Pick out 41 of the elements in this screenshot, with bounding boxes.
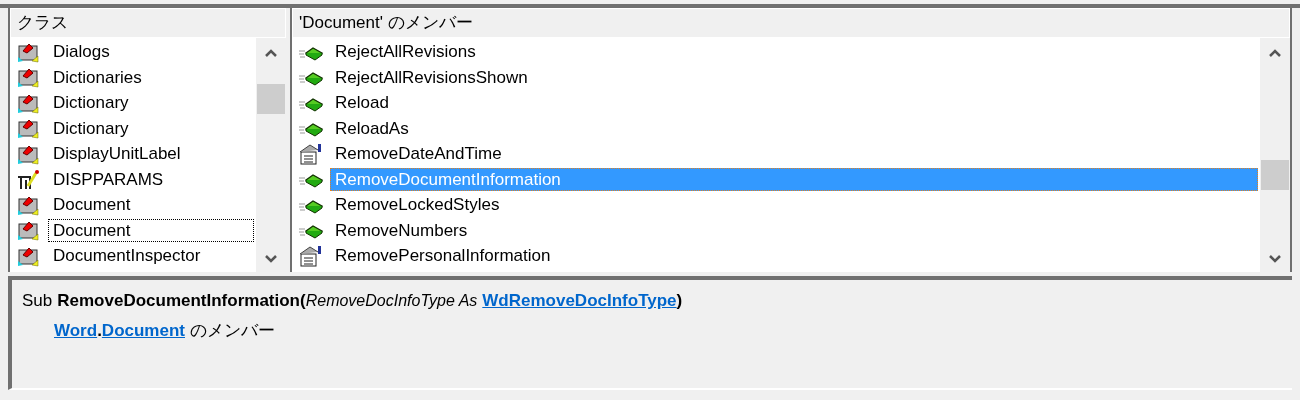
- member-signature-text: .: [97, 319, 102, 342]
- scroll-down-icon[interactable]: [264, 254, 278, 264]
- link[interactable]: WdRemoveDocInfoType: [482, 288, 677, 314]
- list-item[interactable]: Document: [48, 218, 254, 242]
- column-header: クラス: [10, 8, 286, 38]
- list-item[interactable]: Dictionary: [48, 91, 254, 115]
- property-icon: [298, 244, 324, 267]
- list-item[interactable]: Reload: [330, 91, 1258, 115]
- list-item[interactable]: Dialogs: [48, 40, 254, 64]
- list-item[interactable]: RejectAllRevisions: [330, 40, 1258, 64]
- list-item[interactable]: DisplayUnitLabel: [48, 142, 254, 166]
- scroll-thumb[interactable]: [1261, 160, 1289, 190]
- list-item[interactable]: DocumentInspector: [48, 244, 254, 268]
- parameter-text: RemoveDocInfoType As: [305, 291, 478, 311]
- scroll-up-icon[interactable]: [264, 48, 278, 58]
- column-header: 'Document' のメンバー: [292, 8, 1290, 38]
- list-item[interactable]: Dictionary: [48, 116, 254, 140]
- list-item[interactable]: RemoveLockedStyles: [330, 193, 1258, 217]
- link[interactable]: Word: [54, 317, 98, 343]
- property-icon: [298, 142, 324, 165]
- class-icon: [16, 219, 42, 242]
- scroll-up-icon[interactable]: [1268, 48, 1282, 58]
- scroll-thumb[interactable]: [257, 84, 285, 114]
- scroll-down-icon[interactable]: [1268, 254, 1282, 264]
- list-item[interactable]: Document: [48, 193, 254, 217]
- list-item[interactable]: DISPPARAMS: [48, 167, 254, 191]
- scrollbar[interactable]: [1260, 38, 1290, 272]
- type-icon: [16, 168, 42, 191]
- list-item[interactable]: RemovePersonalInformation: [330, 244, 1258, 268]
- member-signature-text: ): [676, 290, 683, 312]
- member-signature-text: RemoveDocumentInformation(: [57, 290, 306, 312]
- list-item[interactable]: RemoveDateAndTime: [330, 142, 1258, 166]
- label-text: のメンバー: [190, 319, 275, 342]
- link[interactable]: Document: [101, 317, 185, 343]
- list-item[interactable]: RejectAllRevisionsShown: [330, 65, 1258, 89]
- list-item[interactable]: Dictionaries: [48, 65, 254, 89]
- list-item[interactable]: RemoveNumbers: [330, 218, 1258, 242]
- class-icon: [16, 66, 42, 89]
- label-text: Sub: [22, 290, 53, 312]
- list-item[interactable]: ReloadAs: [330, 116, 1258, 140]
- class-icon: [16, 117, 42, 140]
